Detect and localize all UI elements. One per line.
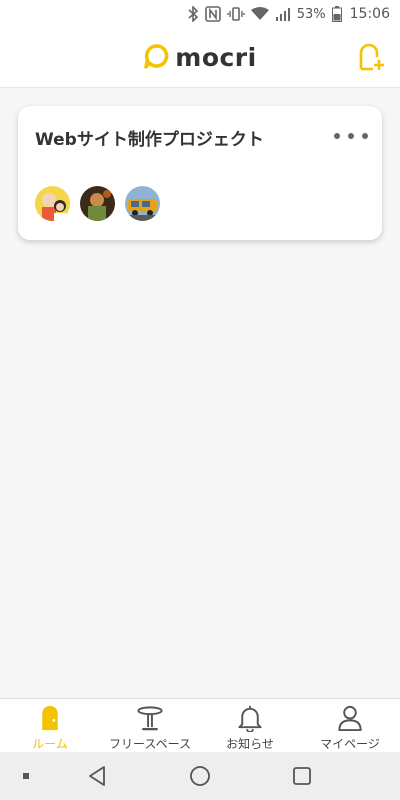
system-nav-bar xyxy=(0,752,400,800)
battery-percent: 53% xyxy=(296,6,326,22)
table-icon xyxy=(137,706,163,731)
tab-room[interactable]: ルーム xyxy=(0,699,100,752)
vibrate-icon xyxy=(227,6,245,22)
nfc-icon xyxy=(204,6,221,22)
dot-icon xyxy=(334,133,340,139)
tab-label: ルーム xyxy=(32,737,68,751)
add-room-icon xyxy=(359,43,384,71)
bluetooth-icon xyxy=(187,6,199,22)
wifi-icon xyxy=(250,7,269,21)
logo-text: mocri xyxy=(175,43,257,72)
logo: mocri xyxy=(143,42,256,74)
room-card[interactable]: Webサイト制作プロジェクト xyxy=(18,106,382,240)
dot-icon[interactable] xyxy=(22,772,30,780)
home-icon[interactable] xyxy=(189,765,211,787)
member-avatar[interactable] xyxy=(125,186,160,221)
member-list xyxy=(35,186,160,221)
tab-label: マイページ xyxy=(320,737,380,751)
person-icon xyxy=(338,705,362,732)
tab-label: フリースペース xyxy=(109,737,191,751)
app-header: mocri xyxy=(0,28,400,88)
recents-icon[interactable] xyxy=(292,766,312,786)
more-options-button[interactable] xyxy=(334,126,368,146)
bell-icon xyxy=(238,705,262,732)
door-icon xyxy=(42,705,58,731)
room-title: Webサイト制作プロジェクト xyxy=(35,130,264,150)
signal-icon xyxy=(275,7,291,21)
back-icon[interactable] xyxy=(86,765,108,787)
member-avatar[interactable] xyxy=(35,186,70,221)
logo-mark-icon xyxy=(143,42,171,74)
battery-icon xyxy=(331,6,342,22)
tab-notifications[interactable]: お知らせ xyxy=(200,699,300,752)
clock: 15:06 xyxy=(349,6,390,22)
add-room-button[interactable] xyxy=(356,42,386,72)
dot-icon xyxy=(348,133,354,139)
tab-label: お知らせ xyxy=(226,737,274,751)
dot-icon xyxy=(362,133,368,139)
member-avatar[interactable] xyxy=(80,186,115,221)
tab-my-page[interactable]: マイページ xyxy=(300,699,400,752)
bottom-tab-bar: ルーム フリースペース お知らせ マイページ xyxy=(0,698,400,752)
status-bar: 53% 15:06 xyxy=(0,0,400,28)
tab-free-space[interactable]: フリースペース xyxy=(100,699,200,752)
